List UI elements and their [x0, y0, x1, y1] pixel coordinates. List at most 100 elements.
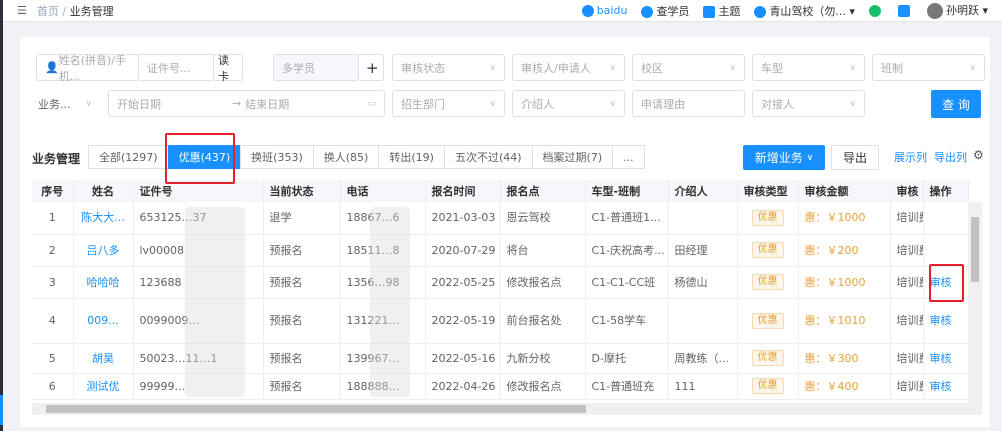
section-title: 业务管理 [32, 152, 81, 166]
search-student-link[interactable]: 查学员 [641, 3, 689, 19]
add-student-button[interactable]: + [358, 54, 384, 81]
table-row[interactable]: 6测试优99999…预报名188888…2022-04-26修改报名点C1-普通… [32, 373, 969, 400]
name-input[interactable]: 👤 姓名(拼音)/手机... [36, 54, 139, 83]
read-card-button[interactable]: 读卡 [213, 54, 243, 83]
tab-transfer-out[interactable]: 转出(19) [378, 145, 445, 169]
scroll-thumb[interactable] [971, 217, 979, 282]
cell-no: 3 [48, 275, 56, 289]
theme-link[interactable]: 主题 [703, 3, 740, 19]
id-placeholder: 证件号... [147, 61, 191, 75]
cell-amount: 惠：￥1010 [804, 314, 866, 327]
table-row[interactable]: 1陈大大...653125…37退学18867…62021-03-03恩云驾校C… [32, 202, 969, 235]
tab-archive-expired[interactable]: 档案过期(7) [531, 145, 614, 169]
export-columns-link[interactable]: 导出列 [934, 149, 967, 165]
baidu-link[interactable]: baidu [581, 4, 628, 17]
table-cell: 预报名 [263, 234, 341, 267]
dept-select[interactable]: 招生部门 ∨ [392, 90, 505, 117]
table-cell: D-摩托 [585, 343, 669, 374]
reason-input[interactable]: 申请理由 [632, 90, 745, 117]
cell-name[interactable]: 009... [87, 314, 119, 327]
cell-op[interactable]: 审核 [930, 352, 952, 365]
breadcrumb-home[interactable]: 首页 [37, 5, 59, 18]
gear-icon[interactable]: ⚙ [973, 148, 984, 162]
table-cell: 惠：￥1000 [798, 266, 891, 299]
new-business-button[interactable]: 新增业务 ∨ [743, 145, 825, 170]
cell-type: 优惠 [751, 209, 784, 226]
table-cell: 2 [32, 234, 74, 267]
sidebar-edge-active [0, 395, 3, 425]
date-range-picker[interactable]: 开始日期 → 结束日期 ▭ [108, 90, 385, 117]
col-car: 车型-班制 [585, 180, 669, 202]
cell-date: 2022-05-19 [431, 314, 496, 327]
table-cell: 1 [32, 202, 74, 235]
cell-status: 预报名 [269, 243, 303, 257]
cell-name[interactable]: 测试优 [87, 380, 120, 393]
table-cell: 6 [32, 373, 74, 400]
user-menu[interactable]: 孙明跃 ▾ [926, 2, 988, 19]
cell-date: 2022-05-25 [431, 275, 496, 289]
table-cell: 前台报名处 [500, 298, 586, 344]
vertical-scrollbar[interactable] [968, 202, 982, 403]
col-name: 姓名 [73, 180, 134, 202]
table-cell: 惠：￥200 [798, 234, 891, 267]
contact-select[interactable]: 对接人 ∨ [752, 90, 865, 117]
tab-all[interactable]: 全部(1297) [88, 145, 169, 169]
table-cell: 测试优 [73, 373, 134, 400]
multi-student-placeholder: 多学员 [282, 61, 315, 75]
cell-name[interactable]: 哈哈哈 [87, 276, 120, 289]
menu-toggle-icon[interactable]: ☰ [17, 4, 27, 17]
table-row[interactable]: 5胡昊50023…11…1预报名139967…2022-05-16九新分校D-摩… [32, 343, 969, 374]
table-cell: 2022-05-25 [425, 266, 501, 299]
car-type-select[interactable]: 车型 ∨ [752, 54, 865, 81]
cell-op[interactable]: 审核 [930, 314, 952, 327]
table-cell [668, 298, 738, 344]
col-type: 审核类型 [737, 180, 799, 202]
tab-change-class[interactable]: 换班(353) [240, 145, 314, 169]
school-select[interactable]: 青山驾校（勿... ▾ [754, 3, 855, 19]
table-cell: 审核 [923, 298, 969, 344]
horizontal-scrollbar[interactable] [32, 403, 982, 415]
table-cell: 4 [32, 298, 74, 344]
cell-name[interactable]: 胡昊 [92, 352, 114, 365]
cell-ref: 杨德山 [674, 275, 708, 289]
chevron-down-icon: ∨ [489, 98, 496, 109]
tab-more[interactable]: ... [612, 145, 645, 169]
export-button[interactable]: 导出 [831, 145, 879, 170]
cell-type: 优惠 [751, 274, 784, 290]
tab-change-person[interactable]: 换人(85) [312, 145, 380, 169]
table-cell: 哈哈哈 [73, 266, 134, 299]
business-type-select[interactable]: 业务... ∨ [30, 90, 100, 117]
screen-icon[interactable] [897, 4, 910, 17]
referrer-select[interactable]: 介绍人 ∨ [512, 90, 625, 117]
table-cell: 惠：￥400 [798, 373, 891, 400]
table-cell: 胡昊 [73, 343, 134, 374]
table-cell: C1-普通班1... [585, 202, 669, 235]
top-bar: ☰ 首页 / 业务管理 baidu 查学员 主题 青山驾校（勿... ▾ 孙明跃… [3, 0, 1002, 22]
table-row[interactable]: 4009...0099009…预报名131221…2022-05-19前台报名处… [32, 298, 969, 344]
chevron-down-icon: ∨ [85, 98, 92, 109]
id-input[interactable]: 证件号... [138, 54, 214, 81]
highlight-box [165, 133, 235, 184]
contact-placeholder: 对接人 [761, 97, 794, 111]
show-columns-link[interactable]: 展示列 [894, 149, 927, 165]
scroll-thumb[interactable] [46, 405, 586, 413]
query-button[interactable]: 查 询 [931, 90, 981, 118]
query-label: 查 询 [942, 97, 970, 112]
auditor-select[interactable]: 审核人/申请人 ∨ [512, 54, 625, 81]
table-row[interactable]: 3哈哈哈123688预报名1356…982022-05-25修改报名点C1-C1… [32, 266, 969, 299]
class-select[interactable]: 班制 ∨ [872, 54, 985, 81]
audit-status-select[interactable]: 审核状态 ∨ [392, 54, 505, 81]
campus-select[interactable]: 校区 ∨ [632, 54, 745, 81]
col-status: 当前状态 [263, 180, 341, 202]
table-cell: 优惠 [737, 202, 799, 235]
refresh-icon[interactable] [868, 4, 881, 17]
cell-name[interactable]: 陈大大... [81, 211, 125, 224]
cell-op[interactable]: 审核 [930, 380, 952, 393]
multi-student-input[interactable]: 多学员 [273, 54, 359, 81]
table-row[interactable]: 2吕八多lv00008预报名18511…82020-07-29将台C1-庆祝高考… [32, 234, 969, 267]
cell-name[interactable]: 吕八多 [87, 244, 120, 257]
col-amount: 审核金额 [798, 180, 891, 202]
tab-five-fails[interactable]: 五次不过(44) [443, 145, 533, 169]
baidu-label: baidu [596, 4, 628, 17]
table-cell: 2021-03-03 [425, 202, 501, 235]
